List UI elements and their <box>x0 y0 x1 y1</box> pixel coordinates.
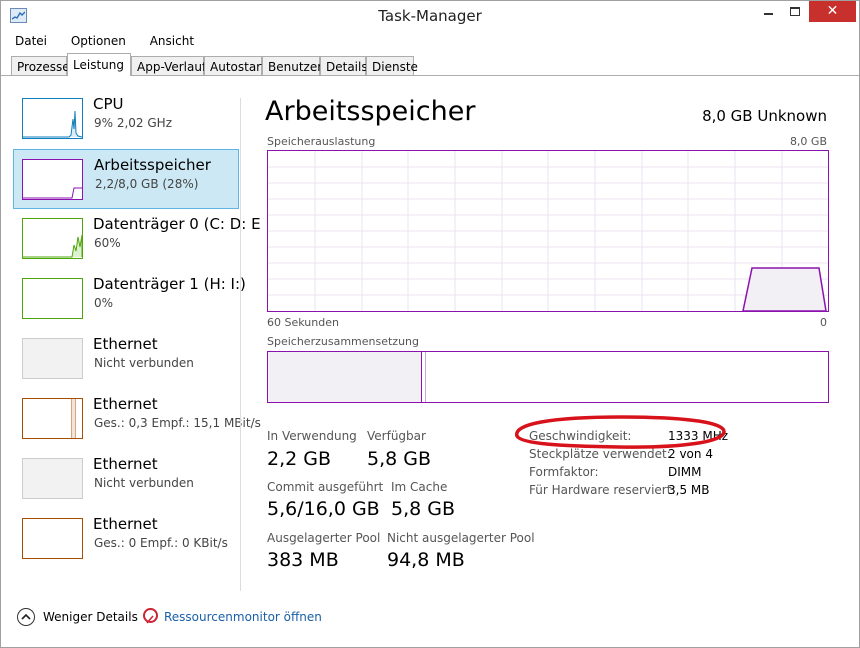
memory-usage-graph <box>267 150 829 312</box>
in-use-label: In Verwendung <box>267 429 357 443</box>
sidebar-item-value: Ges.: 0,3 Empf.: 15,1 MBit/s <box>94 416 261 430</box>
sidebar-item-value: 0% <box>94 296 114 310</box>
sidebar-item-ethernet-3[interactable]: Ethernet Nicht verbunden <box>13 449 239 509</box>
sidebar-item-memory[interactable]: Arbeitsspeicher 2,2/8,0 GB (28%) <box>13 149 239 209</box>
menu-ansicht[interactable]: Ansicht <box>150 34 194 48</box>
menu-bar: Datei Optionen Ansicht <box>7 34 206 52</box>
committed-label: Commit ausgeführt <box>267 480 384 494</box>
sidebar-item-label: CPU <box>93 95 124 113</box>
sidebar-item-ethernet-4[interactable]: Ethernet Ges.: 0 Empf.: 0 KBit/s <box>13 509 239 569</box>
window-title: Task-Manager <box>378 7 482 25</box>
memory-device-name: 8,0 GB Unknown <box>702 107 827 125</box>
ethernet-graph-icon <box>22 398 83 439</box>
sidebar-divider <box>240 98 241 591</box>
memory-usage-grid <box>268 151 828 312</box>
maximize-button[interactable] <box>782 1 809 22</box>
task-manager-window: Task-Manager ✕ Datei Optionen Ansicht Pr… <box>0 0 860 648</box>
sidebar-item-value: Nicht verbunden <box>94 476 194 490</box>
tab-benutzer[interactable]: Benutzer <box>262 56 322 76</box>
sidebar-item-disk-0[interactable]: Datenträger 0 (C: D: E 60% <box>13 209 261 269</box>
composition-in-use <box>268 352 422 402</box>
memory-graph-icon <box>22 159 83 200</box>
sidebar-item-label: Ethernet <box>93 455 158 473</box>
time-axis-label: 60 Sekunden <box>267 316 339 329</box>
red-annotation-ellipse <box>515 415 726 449</box>
tab-prozesse[interactable]: Prozesse <box>11 56 70 76</box>
fewer-details-link[interactable]: Weniger Details <box>43 610 138 624</box>
sidebar-item-value: Nicht verbunden <box>94 356 194 370</box>
memory-usage-area <box>742 267 827 312</box>
sidebar-item-label: Ethernet <box>93 395 158 413</box>
usage-graph-label: Speicherauslastung <box>267 135 376 148</box>
tab-leistung[interactable]: Leistung <box>67 53 131 76</box>
sidebar-item-label: Ethernet <box>93 335 158 353</box>
sidebar-item-label: Datenträger 1 (H: I:) <box>93 275 246 293</box>
tab-details[interactable]: Details <box>320 56 368 76</box>
menu-datei[interactable]: Datei <box>15 34 47 48</box>
ethernet-graph-icon <box>22 458 83 499</box>
ethernet-graph-icon <box>22 338 83 379</box>
composition-label: Speicherzusammensetzung <box>267 335 419 348</box>
sidebar-item-value: 9% 2,02 GHz <box>94 116 173 130</box>
sidebar-item-label: Arbeitsspeicher <box>94 156 211 174</box>
sidebar-item-cpu[interactable]: CPU 9% 2,02 GHz <box>13 89 239 149</box>
minimize-button[interactable] <box>755 1 782 22</box>
memory-composition-bar <box>267 351 829 403</box>
usage-graph-max: 8,0 GB <box>789 135 827 148</box>
close-button[interactable]: ✕ <box>809 1 856 22</box>
form-factor-value: DIMM <box>668 465 702 479</box>
ethernet-graph-icon <box>22 518 83 559</box>
disk-graph-icon <box>22 278 83 319</box>
menu-optionen[interactable]: Optionen <box>71 34 126 48</box>
cpu-graph-icon <box>22 98 83 139</box>
committed-value: 5,6/16,0 GB <box>267 498 380 520</box>
available-value: 5,8 GB <box>367 448 432 470</box>
sidebar-item-disk-1[interactable]: Datenträger 1 (H: I:) 0% <box>13 269 246 329</box>
paged-pool-value: 383 MB <box>267 549 339 571</box>
available-label: Verfügbar <box>367 429 426 443</box>
resource-monitor-icon[interactable] <box>143 608 158 624</box>
minimize-icon <box>764 13 773 15</box>
sidebar-item-value: 2,2/8,0 GB (28%) <box>95 177 199 191</box>
paged-pool-label: Ausgelagerter Pool <box>267 531 381 545</box>
cached-value: 5,8 GB <box>391 498 456 520</box>
cached-label: Im Cache <box>391 480 448 494</box>
sidebar-item-value: 60% <box>94 236 121 250</box>
sidebar-item-label: Datenträger 0 (C: D: E <box>93 215 261 233</box>
form-factor-label: Formfaktor: <box>529 465 599 479</box>
in-use-value: 2,2 GB <box>267 448 332 470</box>
tab-autostart[interactable]: Autostart <box>204 56 266 76</box>
tab-app-verlauf[interactable]: App-Verlauf <box>131 56 206 76</box>
page-title: Arbeitsspeicher <box>265 96 476 127</box>
footer-bar: Weniger Details Ressourcenmonitor öffnen <box>1 601 859 631</box>
title-bar: Task-Manager ✕ <box>1 1 859 32</box>
sidebar-item-value: Ges.: 0 Empf.: 0 KBit/s <box>94 536 228 550</box>
maximize-icon <box>790 7 800 16</box>
close-icon: ✕ <box>826 3 839 19</box>
hardware-reserved-value: 3,5 MB <box>668 483 710 497</box>
time-axis-min: 0 <box>820 316 827 329</box>
collapse-chevron-up-icon[interactable] <box>17 608 35 626</box>
hardware-reserved-label: Für Hardware reserviert: <box>529 483 676 497</box>
disk-graph-icon <box>22 218 83 259</box>
nonpaged-pool-value: 94,8 MB <box>387 549 465 571</box>
nonpaged-pool-label: Nicht ausgelagerter Pool <box>387 531 535 545</box>
tab-dienste[interactable]: Dienste <box>366 56 418 76</box>
sidebar-item-ethernet-1[interactable]: Ethernet Nicht verbunden <box>13 329 239 389</box>
resource-monitor-link[interactable]: Ressourcenmonitor öffnen <box>164 610 322 624</box>
sidebar-item-label: Ethernet <box>93 515 158 533</box>
composition-modified <box>423 352 426 402</box>
sidebar-item-ethernet-2[interactable]: Ethernet Ges.: 0,3 Empf.: 15,1 MBit/s <box>13 389 261 449</box>
